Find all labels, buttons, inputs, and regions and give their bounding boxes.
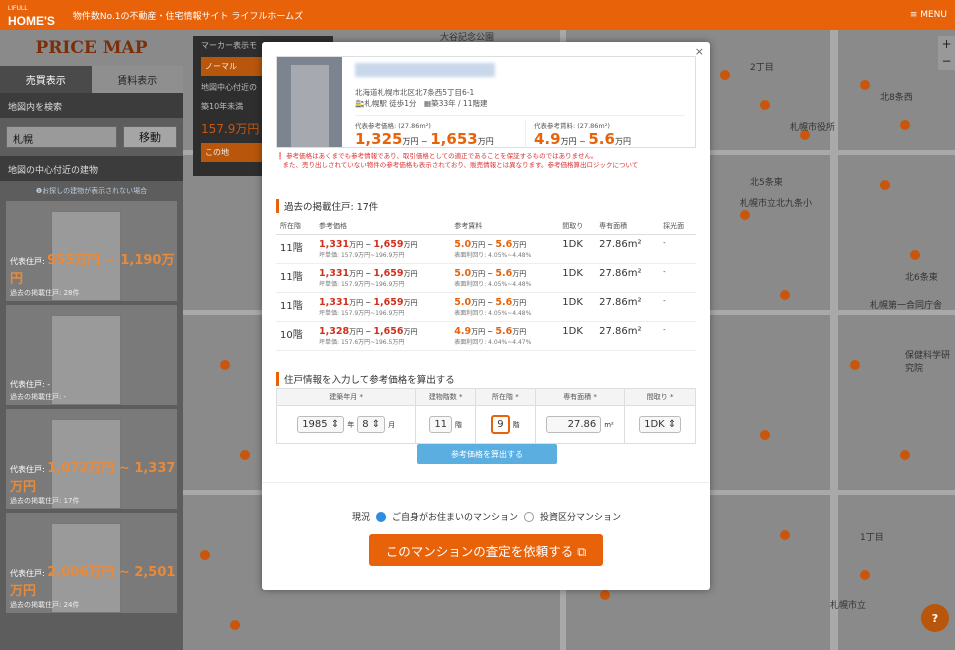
layout-select[interactable]: 1DK ⇕	[639, 416, 682, 433]
request-appraisal-button[interactable]: このマンションの査定を依頼する ⧉	[369, 534, 603, 566]
map-marker[interactable]	[200, 550, 210, 560]
map-label: 札幌市役所	[790, 123, 836, 133]
search-row: 札幌 移動	[0, 118, 183, 156]
table-row: 11階 1,331万円 ~ 1,659万円 坪単価: 157.9万円~196.9万…	[276, 292, 696, 322]
homes-logo[interactable]: LIFULL HOME'S	[8, 3, 55, 27]
map-marker[interactable]	[860, 80, 870, 90]
map-marker[interactable]	[720, 70, 730, 80]
warning-icon: ❗	[276, 152, 285, 160]
floor-input[interactable]: 9	[491, 415, 510, 434]
property-name-blurred	[355, 63, 495, 77]
building-photo	[277, 57, 342, 147]
map-marker[interactable]	[760, 430, 770, 440]
map-marker[interactable]	[220, 360, 230, 370]
price-map-logo[interactable]: PRICE MAP	[0, 30, 183, 66]
map-marker[interactable]	[860, 570, 870, 580]
map-label: 1丁目	[860, 533, 884, 543]
map-label: 保健科学研究院	[905, 351, 951, 374]
map-label: 北5条東	[750, 178, 783, 188]
search-input[interactable]: 札幌	[6, 126, 117, 148]
table-row: 10階 1,328万円 ~ 1,656万円 坪単価: 157.6万円~196.5万…	[276, 321, 696, 351]
map-marker[interactable]	[780, 290, 790, 300]
map-marker[interactable]	[900, 120, 910, 130]
ref-price: 代表参考価格: (27.86m²) 1,325万円 ~ 1,653万円	[355, 122, 494, 148]
month-select[interactable]: 8 ⇕	[357, 416, 386, 433]
top-bar: LIFULL HOME'S 物件数No.1の不動産・住宅情報サイト ライフルホーム…	[0, 0, 955, 30]
map-marker[interactable]	[740, 210, 750, 220]
tab-sale[interactable]: 売買表示	[0, 66, 92, 93]
map-label: 北6条東	[905, 273, 938, 283]
map-marker[interactable]	[780, 530, 790, 540]
radio-investment[interactable]	[524, 511, 535, 522]
close-icon[interactable]: ×	[695, 45, 704, 58]
nearby-heading: 地図の中心付近の建物	[0, 156, 183, 181]
ref-rent: 代表参考賃料: (27.86m²) 4.9万円 ~ 5.6万円	[525, 120, 631, 148]
year-select[interactable]: 1985 ⇕	[297, 416, 345, 433]
map-marker[interactable]	[880, 180, 890, 190]
map-marker[interactable]	[760, 100, 770, 110]
map-label: 札幌市立北九条小	[740, 199, 813, 209]
map-label: 札幌第一合同庁舎	[870, 301, 943, 311]
building-card[interactable]: 代表住戸: - 過去の掲載住戸: -	[6, 305, 177, 405]
building-card[interactable]: 代表住戸: 2,006万円 ~ 2,501万円 過去の掲載住戸: 24件	[6, 513, 177, 613]
logic-link[interactable]: また、売り出しされていない物件の参考価格も表示されており、販売情報とは異なります…	[283, 161, 639, 169]
tab-rent[interactable]: 賃料表示	[91, 66, 183, 93]
map-marker[interactable]	[240, 450, 250, 460]
center-button[interactable]: この地	[201, 143, 271, 162]
map-label: 札幌市立	[830, 601, 867, 611]
building-card[interactable]: 代表住戸: 1,072万円 ~ 1,337万円 過去の掲載住戸: 17件	[6, 409, 177, 509]
calculate-button[interactable]: 参考価格を算出する	[417, 444, 557, 464]
map-marker[interactable]	[230, 620, 240, 630]
station-icon: 🚉	[355, 99, 365, 108]
map-marker[interactable]	[600, 590, 610, 600]
menu-button[interactable]: ≡ MENU	[910, 10, 947, 20]
radio-self-residence[interactable]	[376, 511, 387, 522]
table-row: 11階 1,331万円 ~ 1,659万円 坪単価: 157.9万円~196.9万…	[276, 263, 696, 293]
map-marker[interactable]	[900, 450, 910, 460]
building-card[interactable]: 代表住戸: 955万円 ~ 1,190万円 過去の掲載住戸: 28件	[6, 201, 177, 301]
estimate-form: 建築年月 * 建物階数 * 所在階 * 専有面積 * 間取り * 1985 ⇕ 年…	[276, 388, 696, 444]
form-heading: 住戸情報を入力して参考価格を算出する	[276, 372, 455, 386]
map-label: 2丁目	[750, 63, 774, 73]
building-floors-input[interactable]: 11	[429, 416, 453, 433]
disclaimer: ❗ 参考価格はあくまでも参考情報であり、取引価格としての適正であることを保証する…	[276, 152, 639, 169]
tabs: 売買表示 賃料表示	[0, 66, 183, 93]
map-marker[interactable]	[910, 250, 920, 260]
history-table: 所在階 参考価格 参考賃料 間取り 専有面積 採光面 11階 1,331万円 ~ 1,65…	[276, 218, 696, 351]
move-button[interactable]: 移動	[123, 126, 177, 148]
search-heading: 地図内を検索	[0, 93, 183, 118]
zoom-in-icon[interactable]: +	[938, 36, 955, 53]
left-panel: PRICE MAP 売買表示 賃料表示 地図内を検索 札幌 移動 地図の中心付近…	[0, 30, 183, 650]
help-button[interactable]: ?	[921, 604, 949, 632]
not-found-link[interactable]: ❶お探しの建物が表示されない場合	[0, 181, 183, 201]
zoom-control[interactable]: + −	[938, 36, 955, 70]
history-heading: 過去の掲載住戸: 17件	[276, 199, 378, 213]
address: 北海道札幌市北区北7条西5丁目6-1	[355, 88, 475, 97]
property-summary: 北海道札幌市北区北7条西5丁目6-1 🚉札幌駅 徒歩1分 ▦築33年 / 11階…	[276, 56, 696, 148]
map-label: 北8条西	[880, 93, 913, 103]
area-input[interactable]: 27.86	[546, 416, 602, 433]
marker-mode-button[interactable]: ノーマル	[201, 57, 271, 76]
property-modal: × 北海道札幌市北区北7条西5丁目6-1 🚉札幌駅 徒歩1分 ▦築33年 / 1…	[262, 42, 710, 590]
map-marker[interactable]	[850, 360, 860, 370]
zoom-out-icon[interactable]: −	[938, 53, 955, 70]
tagline: 物件数No.1の不動産・住宅情報サイト ライフルホームズ	[72, 11, 304, 22]
table-row: 11階 1,331万円 ~ 1,659万円 坪単価: 157.9万円~196.9万…	[276, 234, 696, 264]
status-options: 現況 ご自身がお住まいのマンション 投資区分マンション	[352, 511, 622, 523]
